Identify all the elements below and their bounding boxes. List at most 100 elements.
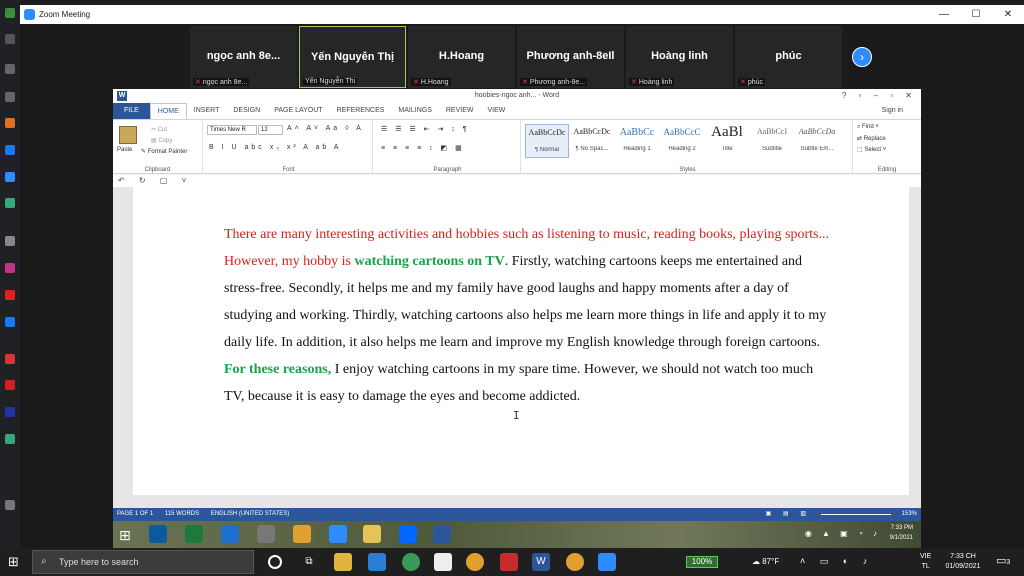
tab-page-layout[interactable]: PAGE LAYOUT (267, 103, 329, 119)
mic-muted-icon: ✕ (195, 79, 201, 86)
paste-button[interactable]: Paste (117, 147, 132, 153)
ribbon-tabs: FILE HOME INSERT DESIGN PAGE LAYOUT REFE… (113, 103, 921, 119)
taskbar-clock[interactable]: 7:33 CH 01/09/2021 (938, 552, 988, 572)
wps-icon[interactable] (500, 553, 518, 571)
document-icon[interactable] (434, 553, 452, 571)
participant-tile[interactable]: Phương anh-8eIl ✕ Phương anh-8e... (517, 26, 624, 88)
maximize-button[interactable]: ☐ (960, 5, 992, 24)
replace-button[interactable]: ⇄ Replace (857, 135, 886, 142)
copy-button[interactable]: ▤ Copy (151, 137, 172, 144)
app-icon[interactable] (5, 354, 15, 364)
tab-mailings[interactable]: MAILINGS (391, 103, 438, 119)
task-view-icon[interactable]: ⧉ (300, 553, 318, 571)
editing-label: Editing (877, 167, 897, 173)
participant-name: phúc (775, 50, 802, 62)
chrome-icon[interactable] (566, 553, 584, 571)
zoom-taskbar-icon[interactable] (598, 553, 616, 571)
zoom-level[interactable]: 153% (902, 508, 917, 521)
zoom-logo-icon (24, 9, 35, 20)
app-icon[interactable] (5, 407, 15, 417)
next-page-arrow-icon[interactable]: › (852, 47, 872, 67)
app-icon[interactable] (5, 263, 15, 273)
cut-button[interactable]: ✂ Cut (151, 126, 167, 133)
style-subtitle[interactable]: AaBbCcI Subtitle (750, 124, 794, 158)
app-icon (257, 525, 275, 543)
app-icon[interactable] (5, 236, 15, 246)
style-heading-2[interactable]: AaBbCcC Heading 2 (660, 124, 704, 158)
participant-tile[interactable]: H.Hoang ✕ H.Hoang (408, 26, 515, 88)
app-icon[interactable] (5, 380, 15, 390)
style-title[interactable]: AaBl Title (705, 124, 749, 158)
system-tray-icons[interactable]: ˄ ▭ ◐ ♪ (800, 556, 873, 567)
start-windows-icon[interactable]: ⊞ (8, 555, 22, 569)
zalo-icon (399, 525, 417, 543)
close-button[interactable]: ✕ (992, 5, 1024, 24)
style-subtle-emphasis[interactable]: AaBbCcDa Subtle Em... (795, 124, 839, 158)
app-icon[interactable] (5, 64, 15, 74)
participant-tile-active[interactable]: Yến Nguyễn Thị Yến Nguyễn Thị (299, 26, 406, 88)
font-size-select[interactable]: 12 (258, 125, 283, 135)
view-buttons[interactable]: ▣ ▤ ▥ (766, 508, 811, 521)
app-icon[interactable] (402, 553, 420, 571)
format-painter-button[interactable]: ✎ Format Painter (141, 148, 187, 155)
styles-group: AaBbCcDc ¶ Normal AaBbCcDc ¶ No Spac... Aa… (523, 120, 853, 174)
text-green-highlight: watching cartoons on TV (354, 254, 505, 269)
paragraph-tools-row2[interactable]: ≡ ≡ ≡ ≡ ↕ ◩ ▦ (381, 144, 465, 152)
app-icon[interactable] (5, 92, 15, 102)
word-taskbar-icon[interactable]: W (532, 553, 550, 571)
font-label: Font (282, 167, 295, 173)
document-page[interactable]: There are many interesting activities an… (133, 187, 909, 495)
paragraph-tools-row1[interactable]: ☰ ☰ ☰ ⇤ ⇥ ↕ ¶ (381, 125, 470, 133)
participant-tile[interactable]: Hoàng linh ✕ Hoàng linh (626, 26, 733, 88)
weather-widget[interactable]: ☁ 87°F (752, 557, 779, 566)
app-icon[interactable] (5, 172, 15, 182)
app-icon[interactable] (5, 434, 15, 444)
input-language[interactable]: VIE TL (920, 552, 931, 572)
sign-in-link[interactable]: Sign in (882, 107, 903, 114)
style-no-spacing[interactable]: AaBbCcDc ¶ No Spac... (570, 124, 614, 158)
language-indicator[interactable]: ENGLISH (UNITED STATES) (211, 511, 289, 517)
app-icon[interactable] (5, 145, 15, 155)
font-name-select[interactable]: Times New R (207, 125, 257, 135)
taskbar-search[interactable]: ⌕ Type here to search (32, 550, 254, 574)
word-window-controls[interactable]: ? ▫ – ▫ ✕ (842, 91, 917, 100)
app-icon[interactable] (5, 500, 15, 510)
tab-review[interactable]: REVIEW (439, 103, 481, 119)
app-icon[interactable] (5, 8, 15, 18)
battery-indicator[interactable]: 100% (686, 556, 718, 568)
tab-view[interactable]: VIEW (480, 103, 512, 119)
paste-icon[interactable] (119, 126, 137, 144)
select-button[interactable]: ⬚ Select ˅ (857, 146, 886, 153)
style-normal[interactable]: AaBbCcDc ¶ Normal (525, 124, 569, 158)
font-tools-row2[interactable]: B I U abc x₂ x² A ab A (209, 144, 342, 151)
tab-references[interactable]: REFERENCES (330, 103, 392, 119)
zoom-window-title: Zoom Meeting (39, 10, 91, 19)
tab-file[interactable]: FILE (113, 103, 150, 119)
app-icon[interactable] (5, 198, 15, 208)
word-count[interactable]: 115 WORDS (165, 511, 199, 517)
quick-access-toolbar[interactable]: ↶ ↻ ▢ ˅ (113, 175, 921, 187)
find-button[interactable]: ⌕ Find ˅ (857, 124, 879, 131)
participant-tile[interactable]: ngọc anh 8e... ✕ ngọc anh 8e... (190, 26, 297, 88)
zoom-slider[interactable] (821, 514, 891, 515)
tab-insert[interactable]: INSERT (187, 103, 227, 119)
paragraph-group: ☰ ☰ ☰ ⇤ ⇥ ↕ ¶ ≡ ≡ ≡ ≡ ↕ ◩ ▦ Paragraph (375, 120, 521, 174)
cortana-icon[interactable] (268, 555, 282, 569)
app-icon[interactable] (5, 317, 15, 327)
chrome-icon[interactable] (466, 553, 484, 571)
page-count[interactable]: PAGE 1 OF 1 (117, 511, 153, 517)
tab-home[interactable]: HOME (149, 103, 187, 119)
participant-name: Phương anh-8eIl (526, 50, 615, 62)
participant-tile[interactable]: phúc ✕ phúc (735, 26, 842, 88)
store-icon[interactable] (368, 553, 386, 571)
file-explorer-icon[interactable] (334, 553, 352, 571)
notification-icon[interactable]: ▭3 (996, 554, 1010, 567)
tab-design[interactable]: DESIGN (226, 103, 267, 119)
minimize-button[interactable]: — (928, 5, 960, 24)
app-icon[interactable] (5, 118, 15, 128)
app-icon[interactable] (5, 34, 15, 44)
word-taskbar-icon (433, 525, 451, 543)
font-tools-row1[interactable]: A˄ A˅ Aa ◊ A (287, 125, 364, 132)
style-heading-1[interactable]: AaBbCc Heading 1 (615, 124, 659, 158)
app-icon[interactable] (5, 290, 15, 300)
